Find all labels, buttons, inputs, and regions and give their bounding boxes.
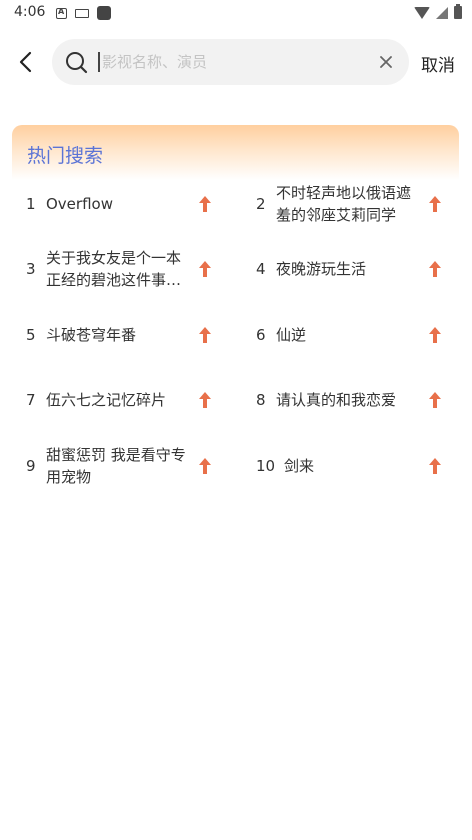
- app-square-icon: [97, 6, 111, 20]
- trending-up-arrow-icon: [429, 261, 441, 277]
- hot-search-title: 热门搜索: [27, 145, 104, 167]
- hot-search-item[interactable]: 3 关于我女友是个一本正经的碧池这件事…: [12, 242, 232, 296]
- chevron-left-icon: [19, 51, 32, 73]
- status-icons-left: [56, 6, 111, 20]
- hot-search-rank: 10: [256, 457, 276, 475]
- hot-search-title-text: 关于我女友是个一本正经的碧池这件事…: [46, 249, 182, 289]
- hot-search-item[interactable]: 7 伍六七之记忆碎片: [12, 373, 232, 427]
- hot-search-item[interactable]: 4 夜晚游玩生活: [242, 242, 462, 296]
- battery-icon: [454, 4, 462, 19]
- trending-up-arrow-icon: [199, 196, 211, 212]
- a-notification-icon: [56, 7, 67, 19]
- hot-search-rank: 7: [26, 391, 36, 409]
- hot-search-item[interactable]: 8 请认真的和我恋爱: [242, 373, 462, 427]
- search-input[interactable]: [102, 48, 362, 76]
- hot-search-item[interactable]: 2 不时轻声地以俄语遮羞的邻座艾莉同学: [242, 177, 462, 231]
- hot-search-header: 热门搜索: [12, 125, 459, 180]
- hot-search-rank: 5: [26, 326, 36, 344]
- hot-search-rank: 8: [256, 391, 266, 409]
- hot-search-rank: 2: [256, 195, 266, 213]
- status-icons-right: [414, 4, 462, 19]
- trending-up-arrow-icon: [429, 196, 441, 212]
- status-time: 4:06: [14, 4, 46, 20]
- search-icon: [66, 52, 88, 74]
- trending-up-arrow-icon: [429, 392, 441, 408]
- trending-up-arrow-icon: [199, 261, 211, 277]
- hot-search-item[interactable]: 1 Overflow: [12, 177, 232, 231]
- trending-up-arrow-icon: [429, 327, 441, 343]
- hot-search-title-text: 伍六七之记忆碎片: [46, 391, 167, 409]
- hot-search-rank: 1: [26, 195, 36, 213]
- hot-search-card: 热门搜索 1 Overflow 2 不时轻声地以俄语遮羞的邻座艾莉同学 3 关于我女友是个…: [12, 125, 459, 495]
- wifi-icon: [414, 6, 430, 19]
- text-cursor: [98, 52, 100, 72]
- clear-icon[interactable]: [377, 53, 395, 71]
- hot-search-item[interactable]: 10 剑来: [242, 439, 462, 493]
- keyboard-icon: [75, 8, 89, 18]
- hot-search-item[interactable]: 6 仙逆: [242, 308, 462, 362]
- hot-search-title-text: 不时轻声地以俄语遮羞的邻座艾莉同学: [276, 184, 412, 224]
- hot-search-item[interactable]: 5 斗破苍穹年番: [12, 308, 232, 362]
- hot-search-title-text: 斗破苍穹年番: [46, 326, 137, 344]
- hot-search-title-text: 剑来: [284, 457, 315, 475]
- cancel-button[interactable]: 取消: [421, 51, 455, 76]
- hot-search-title-text: 甜蜜惩罚 我是看守专用宠物: [46, 446, 186, 486]
- hot-search-rank: 4: [256, 260, 266, 278]
- hot-search-title-text: 夜晚游玩生活: [276, 260, 367, 278]
- hot-search-rank: 6: [256, 326, 266, 344]
- hot-search-rank: 9: [26, 457, 36, 475]
- hot-search-title-text: 仙逆: [276, 326, 307, 344]
- status-bar: 4:06: [0, 0, 472, 26]
- trending-up-arrow-icon: [429, 458, 441, 474]
- hot-search-item[interactable]: 9 甜蜜惩罚 我是看守专用宠物: [12, 439, 232, 493]
- trending-up-arrow-icon: [199, 392, 211, 408]
- hot-search-rank: 3: [26, 260, 36, 278]
- back-button[interactable]: [14, 50, 38, 74]
- trending-up-arrow-icon: [199, 458, 211, 474]
- hot-search-title-text: Overflow: [46, 195, 113, 213]
- trending-up-arrow-icon: [199, 327, 211, 343]
- search-box[interactable]: [52, 39, 409, 85]
- hot-search-title-text: 请认真的和我恋爱: [276, 391, 397, 409]
- signal-icon: [436, 6, 448, 19]
